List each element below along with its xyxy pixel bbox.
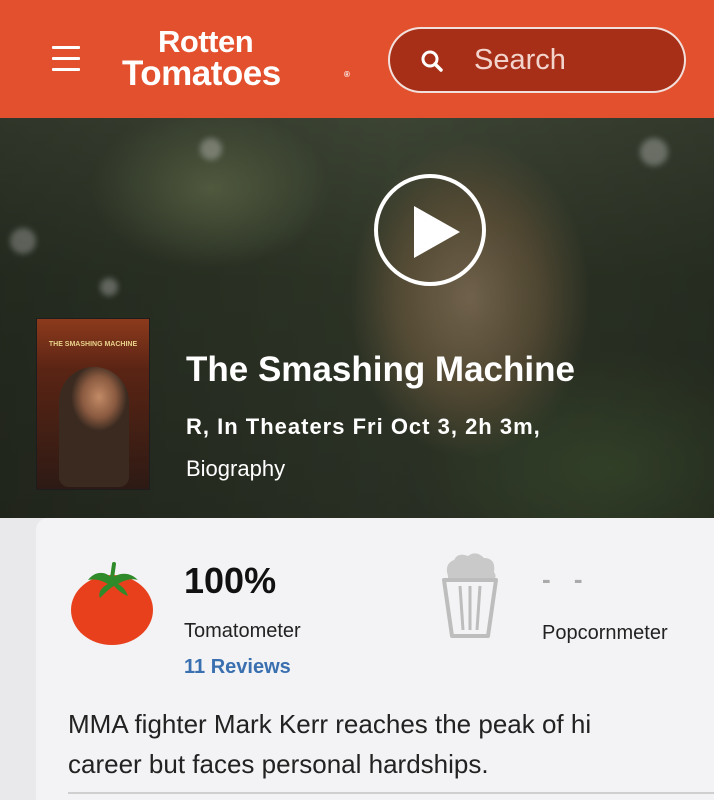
poster-title: THE SMASHING MACHINE xyxy=(48,341,138,348)
search-input[interactable] xyxy=(474,41,664,79)
play-trailer-button[interactable] xyxy=(374,174,486,286)
movie-genre: Biography xyxy=(186,456,286,481)
search-box[interactable] xyxy=(388,27,686,93)
logo-line-1: Rotten xyxy=(158,24,254,59)
play-icon xyxy=(414,206,460,258)
logo-line-2: Tomatoes xyxy=(122,54,281,93)
registered-mark: ® xyxy=(344,70,350,79)
rotten-tomatoes-logo[interactable]: Rotten Tomatoes ® xyxy=(118,26,354,96)
search-icon[interactable] xyxy=(420,49,444,73)
popcornmeter-score: - - xyxy=(542,564,591,594)
divider xyxy=(68,792,714,794)
tomato-icon xyxy=(71,562,153,645)
hero-banner: THE SMASHING MACHINE The Smashing Machin… xyxy=(0,118,714,518)
movie-poster[interactable]: THE SMASHING MACHINE xyxy=(36,318,150,490)
synopsis-line: career but faces personal hardships. xyxy=(68,749,489,779)
popcorn-icon xyxy=(442,553,498,638)
score-card: 100% Tomatometer 11 Reviews - - Popcornm… xyxy=(36,518,714,800)
poster-figure xyxy=(59,367,129,487)
synopsis-line: MMA fighter Mark Kerr reaches the peak o… xyxy=(68,709,592,739)
tomatometer-label: Tomatometer xyxy=(184,620,301,642)
menu-icon[interactable] xyxy=(52,46,80,74)
tomatometer-score: 100% xyxy=(184,560,277,601)
movie-title: The Smashing Machine xyxy=(186,350,575,389)
top-header: Rotten Tomatoes ® xyxy=(0,0,714,118)
movie-meta: R, In Theaters Fri Oct 3, 2h 3m, xyxy=(186,414,541,439)
reviews-link[interactable]: 11 Reviews xyxy=(184,656,291,679)
popcornmeter-label: Popcornmeter xyxy=(542,622,668,644)
movie-synopsis: MMA fighter Mark Kerr reaches the peak o… xyxy=(68,704,714,784)
